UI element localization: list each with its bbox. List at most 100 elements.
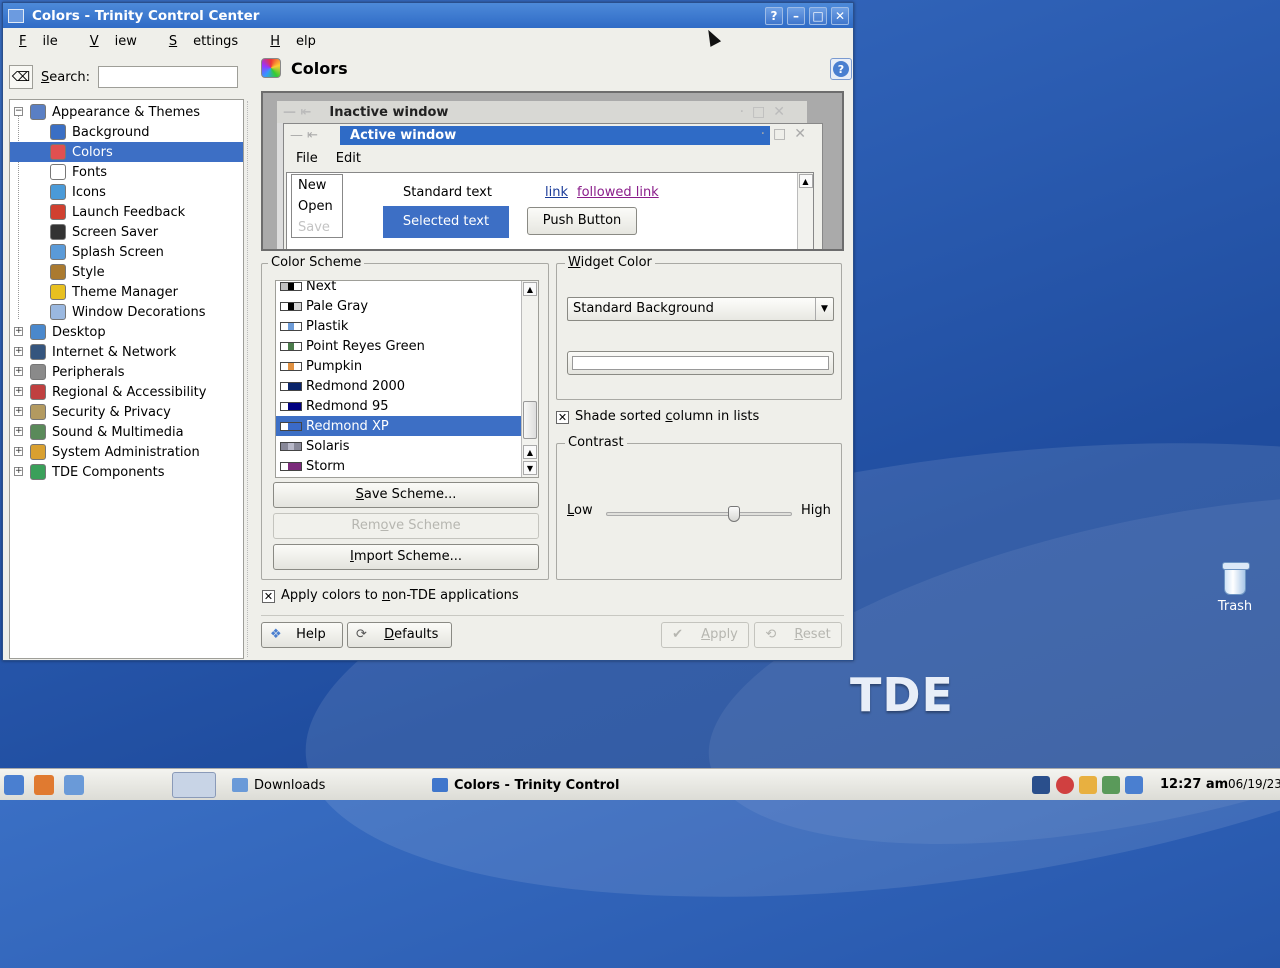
trash-desktop-icon[interactable]: Trash: [1210, 562, 1260, 614]
tree-item-fonts[interactable]: Fonts: [10, 162, 243, 182]
clock-date[interactable]: 06/19/23: [1228, 777, 1280, 791]
apply-nontde-checkbox[interactable]: ✕: [262, 590, 275, 603]
contrast-slider-track[interactable]: [606, 512, 792, 516]
tree-item-sound-multimedia[interactable]: + Sound & Multimedia: [10, 422, 243, 442]
scheme-item-label: Point Reyes Green: [306, 338, 425, 354]
tree-item-system-administration[interactable]: + System Administration: [10, 442, 243, 462]
remove-scheme-button[interactable]: Remove Scheme: [273, 513, 539, 539]
widget-color-button[interactable]: [567, 351, 834, 375]
home-icon[interactable]: [34, 775, 54, 795]
tree-item-splash-screen[interactable]: Splash Screen: [10, 242, 243, 262]
tree-item-background[interactable]: Background: [10, 122, 243, 142]
preview-standard-text: Standard text: [403, 185, 492, 200]
scheme-item-redmond-2000[interactable]: Redmond 2000: [276, 376, 522, 396]
expand-icon[interactable]: +: [14, 467, 23, 476]
scheme-item-solaris[interactable]: Solaris: [276, 436, 522, 456]
scheme-swatch-icon: [280, 441, 302, 451]
preview-selected-text: Selected text: [383, 206, 509, 238]
widget-color-select[interactable]: Standard Background ▼: [567, 297, 834, 321]
scroll-up-icon[interactable]: ▲: [523, 445, 537, 459]
peripherals-icon: [30, 364, 46, 380]
tree-item-launch-feedback[interactable]: Launch Feedback: [10, 202, 243, 222]
maximize-button[interactable]: □: [809, 6, 827, 25]
task-downloads[interactable]: Downloads: [226, 771, 325, 799]
tree-item-label: Security & Privacy: [52, 404, 171, 420]
clock-time[interactable]: 12:27 am: [1160, 777, 1228, 792]
menu-file[interactable]: File: [7, 34, 74, 49]
shade-sorted-checkbox[interactable]: ✕: [556, 411, 569, 424]
tree-item-desktop[interactable]: + Desktop: [10, 322, 243, 342]
task-colors[interactable]: Colors - Trinity Control: [426, 771, 619, 799]
volume-muted-tray-icon[interactable]: [1056, 776, 1074, 794]
scroll-down-icon[interactable]: ▼: [523, 461, 537, 475]
tree-item-peripherals[interactable]: + Peripherals: [10, 362, 243, 382]
scrollbar-thumb[interactable]: [523, 401, 537, 439]
network-tray-icon[interactable]: [1032, 776, 1050, 794]
tde-menu-icon[interactable]: [4, 775, 24, 795]
menu-settings[interactable]: Settings: [157, 34, 254, 49]
scheme-item-redmond-95[interactable]: Redmond 95: [276, 396, 522, 416]
scheme-item-pumpkin[interactable]: Pumpkin: [276, 356, 522, 376]
expand-icon[interactable]: +: [14, 427, 23, 436]
scheme-item-storm[interactable]: Storm: [276, 456, 522, 476]
taskbar: Downloads Colors - Trinity Control 12:27…: [0, 768, 1280, 800]
control-center-launcher-icon[interactable]: [64, 775, 84, 795]
tree-item-window-decorations[interactable]: Window Decorations: [10, 302, 243, 322]
search-label: Search:: [41, 69, 91, 85]
expand-icon[interactable]: +: [14, 407, 23, 416]
clear-search-icon[interactable]: ⌫: [9, 65, 33, 89]
import-scheme-button[interactable]: Import Scheme...: [273, 544, 539, 570]
help-title-button[interactable]: ?: [765, 6, 783, 25]
tree-item-icons[interactable]: Icons: [10, 182, 243, 202]
expand-icon[interactable]: +: [14, 387, 23, 396]
collapse-icon[interactable]: −: [14, 107, 23, 116]
scroll-up-icon[interactable]: ▲: [523, 282, 537, 296]
apply-button[interactable]: ✔ Apply: [661, 622, 749, 648]
reset-button[interactable]: ⟲ Reset: [754, 622, 842, 648]
display-tray-icon[interactable]: [1125, 776, 1143, 794]
defaults-button[interactable]: ⟳ Defaults: [347, 622, 452, 648]
tree-item-style[interactable]: Style: [10, 262, 243, 282]
tree-item-theme-manager[interactable]: Theme Manager: [10, 282, 243, 302]
reset-icon: ⟲: [765, 627, 777, 642]
scheme-item-redmond-xp[interactable]: Redmond XP: [276, 416, 522, 436]
desktop-pager[interactable]: [172, 772, 216, 798]
tree-item-tde-components[interactable]: + TDE Components: [10, 462, 243, 482]
color-scheme-list[interactable]: Storm Solaris Redmond XP Redmond 95 Redmond …: [275, 280, 539, 478]
tree-item-screen-saver[interactable]: Screen Saver: [10, 222, 243, 242]
search-input[interactable]: [98, 66, 239, 88]
tree-item-internet-network[interactable]: + Internet & Network: [10, 342, 243, 362]
scheme-item-plastik[interactable]: Plastik: [276, 316, 522, 336]
scheme-item-label: Pale Gray: [306, 298, 369, 314]
scheme-list-scrollbar[interactable]: ▲ ▲ ▼: [521, 281, 538, 477]
tree-item-colors[interactable]: Colors: [10, 142, 243, 162]
control-center-app-icon[interactable]: [8, 8, 24, 23]
expand-icon[interactable]: +: [14, 447, 23, 456]
klipper-tray-icon[interactable]: [1079, 776, 1097, 794]
help-button[interactable]: ❖ Help: [261, 622, 343, 648]
module-help-button[interactable]: ?: [830, 58, 852, 80]
menu-help[interactable]: Help: [258, 34, 332, 49]
update-tray-icon[interactable]: [1102, 776, 1120, 794]
expand-icon[interactable]: +: [14, 327, 23, 336]
titlebar[interactable]: Colors - Trinity Control Center ? – □ ✕: [3, 3, 853, 28]
close-button[interactable]: ✕: [831, 6, 849, 25]
tree-item-security-privacy[interactable]: + Security & Privacy: [10, 402, 243, 422]
save-scheme-button[interactable]: Save Scheme...: [273, 482, 539, 508]
tree-item-label: Launch Feedback: [72, 204, 186, 220]
tree-item-appearance-themes[interactable]: − Appearance & Themes: [10, 102, 243, 122]
expand-icon[interactable]: +: [14, 367, 23, 376]
scheme-item-next[interactable]: Next: [276, 281, 522, 296]
tree-item-label: System Administration: [52, 444, 200, 460]
menu-view[interactable]: View: [78, 34, 153, 49]
tree-item-regional-accessibility[interactable]: + Regional & Accessibility: [10, 382, 243, 402]
color-preview: — ⇤ Inactive window ·□✕ — ⇤ Active windo…: [261, 91, 844, 251]
scheme-item-pale-gray[interactable]: Pale Gray: [276, 296, 522, 316]
splitter-handle[interactable]: [247, 101, 251, 657]
scheme-item-point-reyes-green[interactable]: Point Reyes Green: [276, 336, 522, 356]
module-tree[interactable]: − Appearance & Themes Background Colors Font…: [9, 99, 244, 659]
tree-item-label: Fonts: [72, 164, 108, 180]
minimize-button[interactable]: –: [787, 6, 805, 25]
expand-icon[interactable]: +: [14, 347, 23, 356]
contrast-slider-handle[interactable]: [727, 506, 740, 522]
